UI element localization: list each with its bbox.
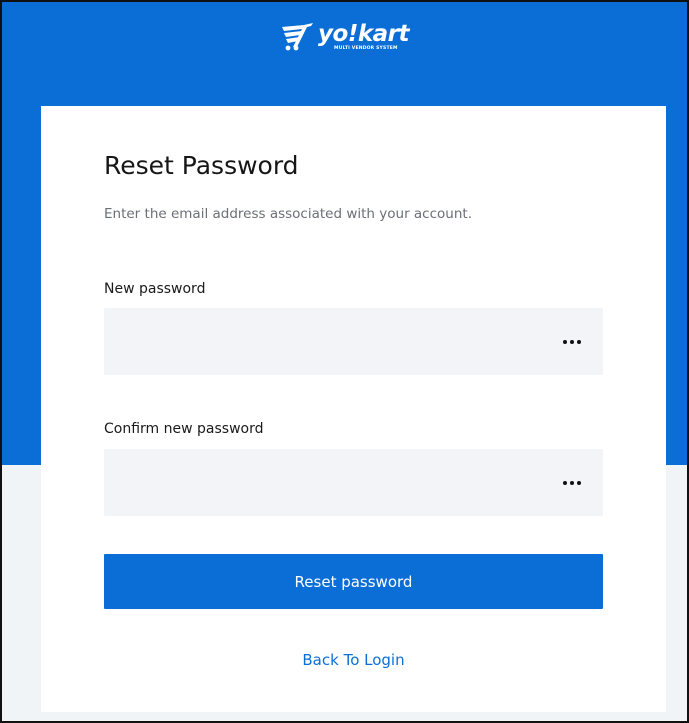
more-dots-icon[interactable]	[563, 339, 581, 345]
more-dots-icon[interactable]	[563, 480, 581, 486]
cart-icon	[282, 23, 314, 51]
reset-password-button[interactable]: Reset password	[104, 554, 603, 609]
brand-tagline: MULTI VENDOR SYSTEM	[334, 45, 398, 51]
new-password-label: New password	[104, 281, 206, 297]
page-subtitle: Enter the email address associated with …	[104, 206, 472, 222]
confirm-password-label: Confirm new password	[104, 421, 264, 437]
back-to-login-link[interactable]: Back To Login	[302, 651, 404, 669]
confirm-password-input[interactable]	[104, 449, 603, 516]
new-password-input[interactable]	[104, 308, 603, 375]
reset-password-card: Reset Password Enter the email address a…	[41, 106, 666, 712]
brand-logo[interactable]: yo!kart MULTI VENDOR SYSTEM	[2, 22, 687, 52]
brand-name: yo!kart	[318, 20, 409, 47]
page-title: Reset Password	[104, 151, 299, 180]
confirm-password-field[interactable]	[104, 449, 603, 516]
page-frame: yo!kart MULTI VENDOR SYSTEM Reset Passwo…	[0, 0, 689, 723]
new-password-field[interactable]	[104, 308, 603, 375]
back-to-login-row: Back To Login	[41, 651, 666, 669]
